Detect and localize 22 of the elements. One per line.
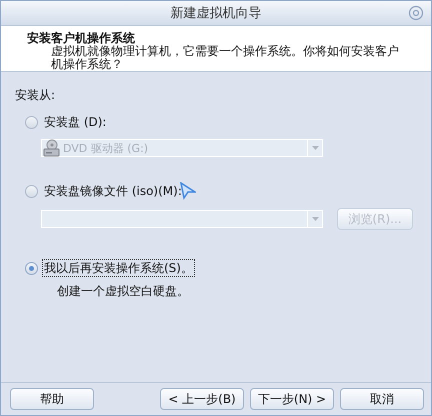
option-label[interactable]: 我以后再安装操作系统(S)。 xyxy=(42,259,195,277)
back-button[interactable]: < 上一步(B) xyxy=(160,388,244,410)
option-label[interactable]: 安装盘 (D): xyxy=(42,113,108,131)
close-icon xyxy=(408,5,424,21)
dropdown-value: DVD 驱动器 (G:) xyxy=(63,140,150,156)
option-description: 创建一个虚拟空白硬盘。 xyxy=(56,283,190,299)
radio-button[interactable] xyxy=(25,262,38,274)
window-title: 新建虚拟机向导 xyxy=(170,5,262,22)
install-from-label: 安装从: xyxy=(15,87,56,103)
next-button[interactable]: 下一步(N) > xyxy=(250,388,334,410)
header-title: 安装客户机操作系统 xyxy=(27,31,136,45)
close-button[interactable] xyxy=(407,4,425,22)
cancel-button[interactable]: 取消 xyxy=(340,388,424,410)
header-description: 虚拟机就像物理计算机，它需要一个操作系统。你将如何安装客户机操作系统？ xyxy=(50,45,400,71)
cursor-icon xyxy=(180,182,196,200)
radio-button[interactable] xyxy=(25,184,38,198)
dropdown-arrow-icon xyxy=(307,140,322,156)
option-label[interactable]: 安装盘镜像文件 (iso)(M): xyxy=(42,182,184,200)
dvd-drive-icon xyxy=(43,139,61,157)
dropdown-arrow-icon xyxy=(307,211,322,227)
help-button[interactable]: 帮助 xyxy=(10,388,94,410)
radio-button[interactable] xyxy=(25,116,38,128)
